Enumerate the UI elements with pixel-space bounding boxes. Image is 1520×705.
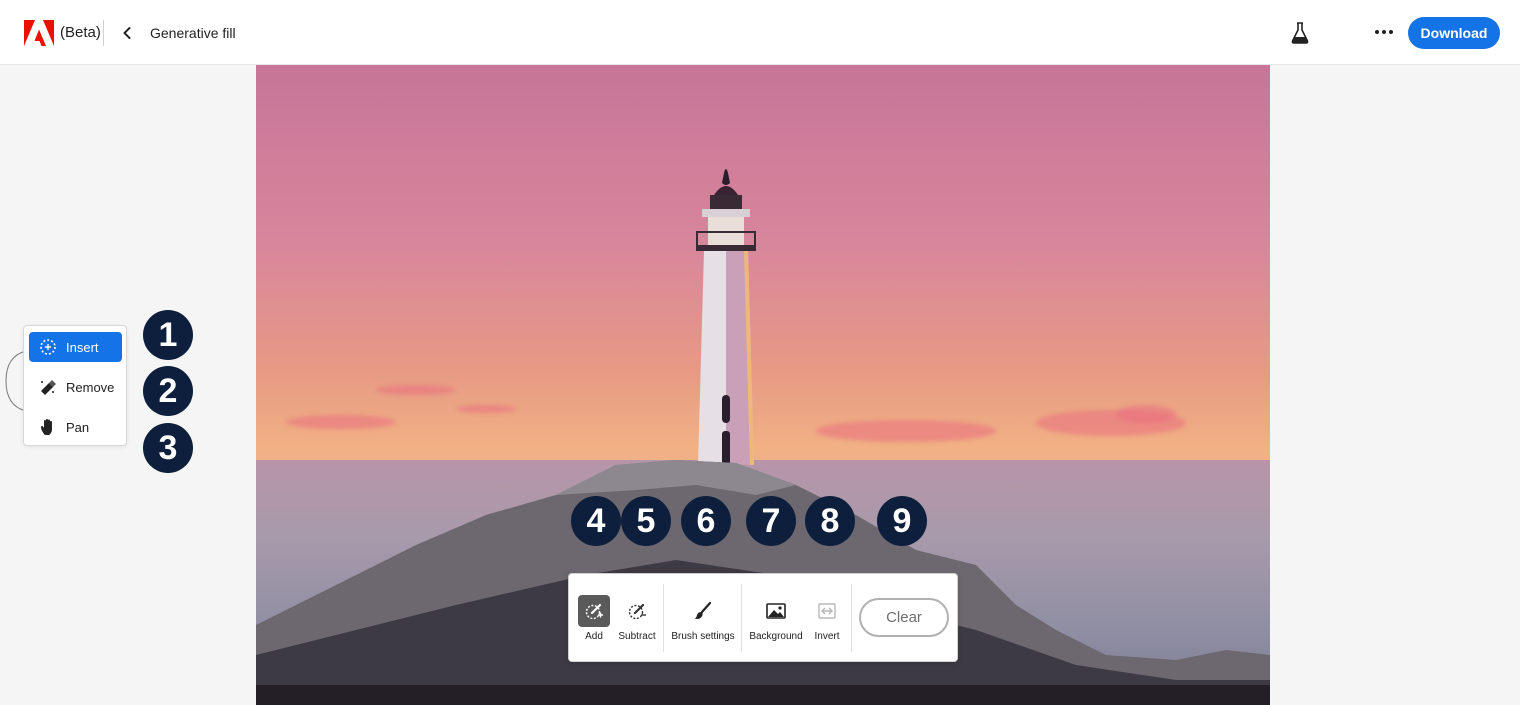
add-button[interactable]: Add — [577, 574, 611, 663]
toolbar-divider — [851, 584, 852, 652]
subtract-label: Subtract — [618, 631, 656, 642]
adobe-logo[interactable] — [24, 20, 54, 46]
insert-tool-button[interactable]: Insert — [29, 332, 122, 362]
add-brush-icon — [578, 595, 610, 627]
invert-label: Invert — [814, 631, 840, 642]
tool-panel: Insert Remove Pan — [23, 325, 127, 446]
toolbar-divider — [741, 584, 742, 652]
chevron-left-icon — [123, 27, 131, 39]
cloud-shape — [286, 415, 396, 429]
cloud-shape — [816, 420, 996, 442]
more-options-button[interactable] — [1370, 18, 1398, 46]
insert-tool-label: Insert — [66, 339, 99, 355]
cloud-shape — [1116, 405, 1176, 423]
toolbar-divider — [663, 584, 664, 652]
hand-icon — [37, 417, 59, 437]
brush-icon — [687, 595, 719, 627]
background-label: Background — [749, 631, 803, 642]
callout-5: 5 — [621, 496, 671, 546]
cloud-shape — [376, 385, 456, 395]
callout-4: 4 — [571, 496, 621, 546]
subtract-button[interactable]: Subtract — [615, 574, 659, 663]
invert-button[interactable]: Invert — [809, 574, 845, 663]
pan-tool-label: Pan — [66, 419, 90, 435]
brush-settings-button[interactable]: Brush settings — [669, 574, 737, 663]
insert-brush-icon — [37, 337, 59, 357]
invert-icon — [811, 595, 843, 627]
download-button[interactable]: Download — [1408, 17, 1500, 49]
lighthouse-illustration — [696, 169, 756, 465]
callout-7: 7 — [746, 496, 796, 546]
selection-toolbar: Add Subtract Brush settings Background I… — [568, 573, 958, 662]
callout-1: 1 — [143, 310, 193, 360]
app-header: (Beta) Generative fill Download — [0, 0, 1520, 65]
pan-tool-button[interactable]: Pan — [29, 412, 122, 442]
remove-tool-label: Remove — [66, 379, 115, 395]
image-icon — [760, 595, 792, 627]
subtract-brush-icon — [621, 595, 653, 627]
brush-settings-label: Brush settings — [671, 631, 735, 642]
beta-label: (Beta) — [60, 24, 101, 41]
labs-button[interactable] — [1288, 20, 1312, 46]
callout-6: 6 — [681, 496, 731, 546]
callout-8: 8 — [805, 496, 855, 546]
header-divider — [103, 20, 104, 46]
cloud-shape — [456, 405, 516, 413]
add-label: Add — [585, 631, 603, 642]
flask-icon — [1291, 22, 1309, 44]
callout-9: 9 — [877, 496, 927, 546]
more-dots-icon — [1375, 30, 1393, 34]
back-button[interactable] — [116, 20, 138, 46]
eraser-icon — [37, 377, 59, 397]
background-button[interactable]: Background — [747, 574, 805, 663]
remove-tool-button[interactable]: Remove — [29, 372, 122, 402]
clear-button[interactable]: Clear — [859, 598, 949, 637]
callout-3: 3 — [143, 423, 193, 473]
page-title: Generative fill — [150, 25, 236, 41]
callout-2: 2 — [143, 366, 193, 416]
